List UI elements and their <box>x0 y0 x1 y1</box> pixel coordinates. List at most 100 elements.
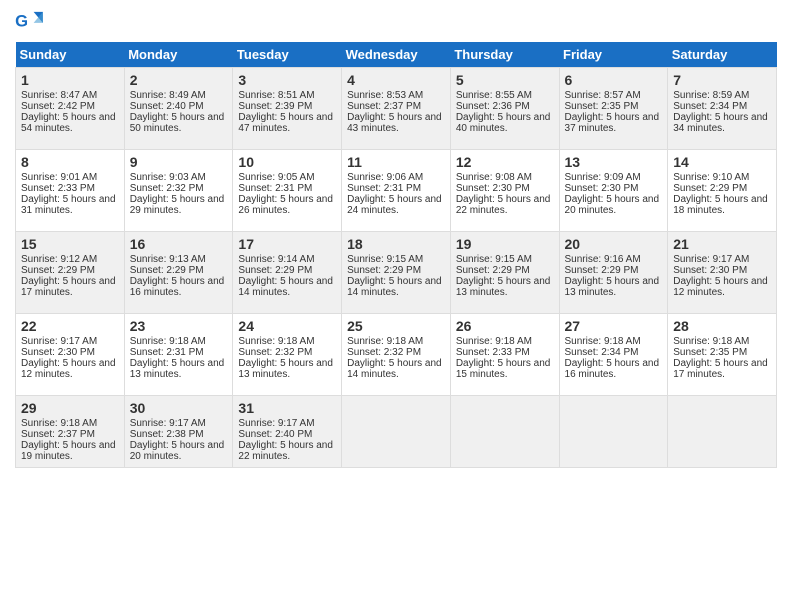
sunrise-text: Sunrise: 9:18 AM <box>21 418 97 429</box>
sunset-text: Sunset: 2:40 PM <box>238 429 312 440</box>
sunset-text: Sunset: 2:29 PM <box>565 265 639 276</box>
calendar-cell: 3Sunrise: 8:51 AMSunset: 2:39 PMDaylight… <box>233 68 342 150</box>
day-number: 18 <box>347 236 445 252</box>
day-number: 22 <box>21 318 119 334</box>
calendar-cell: 15Sunrise: 9:12 AMSunset: 2:29 PMDayligh… <box>16 232 125 314</box>
calendar-cell: 5Sunrise: 8:55 AMSunset: 2:36 PMDaylight… <box>450 68 559 150</box>
sunset-text: Sunset: 2:33 PM <box>456 347 530 358</box>
sunset-text: Sunset: 2:42 PM <box>21 101 95 112</box>
daylight-text: Daylight: 5 hours and 13 minutes. <box>130 358 225 380</box>
sunrise-text: Sunrise: 9:18 AM <box>347 336 423 347</box>
sunrise-text: Sunrise: 9:17 AM <box>21 336 97 347</box>
daylight-text: Daylight: 5 hours and 13 minutes. <box>565 276 660 298</box>
day-number: 20 <box>565 236 663 252</box>
sunrise-text: Sunrise: 9:15 AM <box>456 254 532 265</box>
sunrise-text: Sunrise: 9:15 AM <box>347 254 423 265</box>
sunset-text: Sunset: 2:30 PM <box>673 265 747 276</box>
calendar-cell: 7Sunrise: 8:59 AMSunset: 2:34 PMDaylight… <box>668 68 777 150</box>
calendar-cell <box>668 396 777 468</box>
day-number: 7 <box>673 72 771 88</box>
sunset-text: Sunset: 2:33 PM <box>21 183 95 194</box>
calendar-cell: 8Sunrise: 9:01 AMSunset: 2:33 PMDaylight… <box>16 150 125 232</box>
sunrise-text: Sunrise: 9:12 AM <box>21 254 97 265</box>
daylight-text: Daylight: 5 hours and 43 minutes. <box>347 112 442 134</box>
day-number: 2 <box>130 72 228 88</box>
daylight-text: Daylight: 5 hours and 22 minutes. <box>238 440 333 462</box>
sunrise-text: Sunrise: 8:53 AM <box>347 90 423 101</box>
sunset-text: Sunset: 2:29 PM <box>130 265 204 276</box>
day-number: 21 <box>673 236 771 252</box>
daylight-text: Daylight: 5 hours and 54 minutes. <box>21 112 116 134</box>
calendar-cell: 13Sunrise: 9:09 AMSunset: 2:30 PMDayligh… <box>559 150 668 232</box>
sunrise-text: Sunrise: 9:16 AM <box>565 254 641 265</box>
sunset-text: Sunset: 2:31 PM <box>130 347 204 358</box>
daylight-text: Daylight: 5 hours and 15 minutes. <box>456 358 551 380</box>
daylight-text: Daylight: 5 hours and 50 minutes. <box>130 112 225 134</box>
day-number: 26 <box>456 318 554 334</box>
sunrise-text: Sunrise: 9:03 AM <box>130 172 206 183</box>
page-container: G SundayMondayTuesdayWednesdayThursdayFr… <box>0 0 792 478</box>
day-number: 19 <box>456 236 554 252</box>
sunset-text: Sunset: 2:37 PM <box>21 429 95 440</box>
sunset-text: Sunset: 2:31 PM <box>238 183 312 194</box>
day-number: 16 <box>130 236 228 252</box>
daylight-text: Daylight: 5 hours and 18 minutes. <box>673 194 768 216</box>
daylight-text: Daylight: 5 hours and 37 minutes. <box>565 112 660 134</box>
day-number: 25 <box>347 318 445 334</box>
calendar-cell: 1Sunrise: 8:47 AMSunset: 2:42 PMDaylight… <box>16 68 125 150</box>
calendar-cell: 22Sunrise: 9:17 AMSunset: 2:30 PMDayligh… <box>16 314 125 396</box>
sunset-text: Sunset: 2:35 PM <box>673 347 747 358</box>
sunrise-text: Sunrise: 9:13 AM <box>130 254 206 265</box>
day-number: 27 <box>565 318 663 334</box>
day-header-saturday: Saturday <box>668 42 777 68</box>
sunrise-text: Sunrise: 9:18 AM <box>238 336 314 347</box>
daylight-text: Daylight: 5 hours and 16 minutes. <box>565 358 660 380</box>
day-number: 9 <box>130 154 228 170</box>
sunset-text: Sunset: 2:36 PM <box>456 101 530 112</box>
daylight-text: Daylight: 5 hours and 12 minutes. <box>673 276 768 298</box>
daylight-text: Daylight: 5 hours and 14 minutes. <box>238 276 333 298</box>
calendar-table: SundayMondayTuesdayWednesdayThursdayFrid… <box>15 42 777 468</box>
header: G <box>15 10 777 34</box>
calendar-cell: 4Sunrise: 8:53 AMSunset: 2:37 PMDaylight… <box>342 68 451 150</box>
sunset-text: Sunset: 2:34 PM <box>565 347 639 358</box>
sunset-text: Sunset: 2:35 PM <box>565 101 639 112</box>
sunset-text: Sunset: 2:29 PM <box>347 265 421 276</box>
daylight-text: Daylight: 5 hours and 13 minutes. <box>238 358 333 380</box>
day-number: 6 <box>565 72 663 88</box>
calendar-cell: 24Sunrise: 9:18 AMSunset: 2:32 PMDayligh… <box>233 314 342 396</box>
day-number: 12 <box>456 154 554 170</box>
calendar-cell: 18Sunrise: 9:15 AMSunset: 2:29 PMDayligh… <box>342 232 451 314</box>
calendar-cell: 17Sunrise: 9:14 AMSunset: 2:29 PMDayligh… <box>233 232 342 314</box>
day-number: 17 <box>238 236 336 252</box>
sunrise-text: Sunrise: 9:17 AM <box>673 254 749 265</box>
sunset-text: Sunset: 2:39 PM <box>238 101 312 112</box>
day-number: 28 <box>673 318 771 334</box>
logo: G <box>15 10 45 34</box>
day-number: 3 <box>238 72 336 88</box>
day-number: 31 <box>238 400 336 416</box>
sunset-text: Sunset: 2:40 PM <box>130 101 204 112</box>
calendar-cell: 27 Sunrise: 9:18 AMSunset: 2:34 PMDayligh… <box>559 314 668 396</box>
sunrise-text: Sunrise: 9:01 AM <box>21 172 97 183</box>
calendar-cell: 12Sunrise: 9:08 AMSunset: 2:30 PMDayligh… <box>450 150 559 232</box>
daylight-text: Daylight: 5 hours and 17 minutes. <box>21 276 116 298</box>
sunrise-text: Sunrise: 9:14 AM <box>238 254 314 265</box>
day-header-monday: Monday <box>124 42 233 68</box>
day-header-wednesday: Wednesday <box>342 42 451 68</box>
day-header-tuesday: Tuesday <box>233 42 342 68</box>
calendar-cell: 19Sunrise: 9:15 AMSunset: 2:29 PMDayligh… <box>450 232 559 314</box>
daylight-text: Daylight: 5 hours and 26 minutes. <box>238 194 333 216</box>
sunrise-text: Sunrise: 9:06 AM <box>347 172 423 183</box>
day-number: 11 <box>347 154 445 170</box>
daylight-text: Daylight: 5 hours and 20 minutes. <box>565 194 660 216</box>
day-number: 23 <box>130 318 228 334</box>
sunrise-text: Sunrise: 9:18 AM <box>565 336 641 347</box>
day-number: 5 <box>456 72 554 88</box>
daylight-text: Daylight: 5 hours and 17 minutes. <box>673 358 768 380</box>
calendar-cell: 21 Sunrise: 9:17 AMSunset: 2:30 PMDayligh… <box>668 232 777 314</box>
sunrise-text: Sunrise: 9:18 AM <box>456 336 532 347</box>
day-number: 10 <box>238 154 336 170</box>
sunset-text: Sunset: 2:38 PM <box>130 429 204 440</box>
sunset-text: Sunset: 2:32 PM <box>130 183 204 194</box>
